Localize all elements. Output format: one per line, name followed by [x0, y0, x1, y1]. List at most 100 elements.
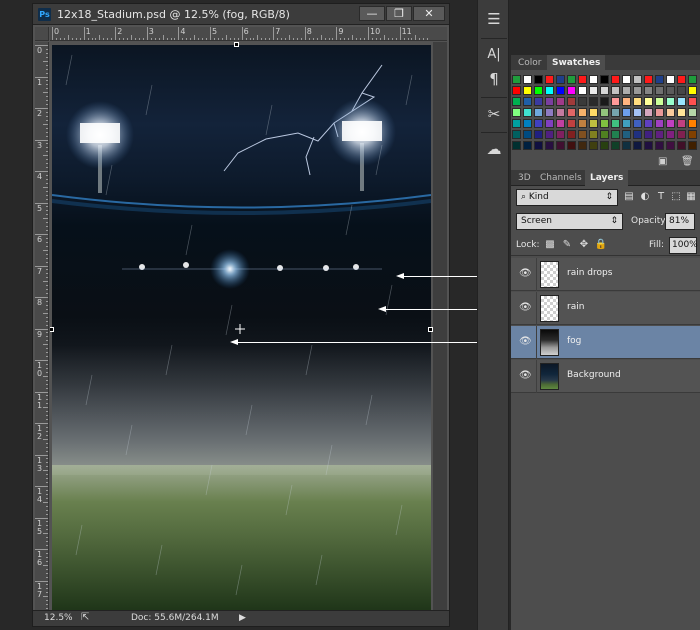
- lock-all-icon[interactable]: 🔒: [594, 238, 608, 252]
- lock-transparency-icon[interactable]: ▩: [543, 238, 557, 252]
- swatch[interactable]: [589, 86, 598, 95]
- swatch[interactable]: [523, 108, 532, 117]
- swatch[interactable]: [622, 75, 631, 84]
- tab-swatches[interactable]: Swatches: [547, 55, 606, 71]
- tab-layers[interactable]: Layers: [585, 170, 629, 186]
- swatch[interactable]: [578, 119, 587, 128]
- swatch[interactable]: [534, 97, 543, 106]
- eye-icon[interactable]: 👁: [519, 268, 532, 280]
- paragraph-panel-icon[interactable]: ¶: [483, 68, 505, 90]
- swatch[interactable]: [545, 75, 554, 84]
- swatch[interactable]: [589, 119, 598, 128]
- swatch[interactable]: [644, 141, 653, 150]
- swatch[interactable]: [534, 141, 543, 150]
- swatch[interactable]: [688, 86, 697, 95]
- swatch[interactable]: [644, 119, 653, 128]
- swatch[interactable]: [589, 108, 598, 117]
- swatch[interactable]: [534, 119, 543, 128]
- swatch[interactable]: [567, 97, 576, 106]
- swatch[interactable]: [578, 86, 587, 95]
- swatch[interactable]: [545, 86, 554, 95]
- swatch[interactable]: [578, 141, 587, 150]
- swatch[interactable]: [567, 75, 576, 84]
- swatch[interactable]: [512, 141, 521, 150]
- swatch[interactable]: [677, 130, 686, 139]
- swatch[interactable]: [534, 86, 543, 95]
- eye-icon[interactable]: 👁: [519, 302, 532, 314]
- canvas-area[interactable]: [50, 42, 447, 612]
- swatch[interactable]: [523, 119, 532, 128]
- lock-paint-icon[interactable]: ✎: [560, 238, 574, 252]
- swatch[interactable]: [666, 119, 675, 128]
- swatch[interactable]: [611, 97, 620, 106]
- eye-icon[interactable]: 👁: [519, 370, 532, 382]
- swatch[interactable]: [567, 119, 576, 128]
- swatch[interactable]: [677, 97, 686, 106]
- swatch[interactable]: [688, 130, 697, 139]
- swatch[interactable]: [644, 86, 653, 95]
- swatch[interactable]: [666, 108, 675, 117]
- swatch[interactable]: [556, 97, 565, 106]
- swatch[interactable]: [611, 108, 620, 117]
- swatch[interactable]: [611, 141, 620, 150]
- swatch[interactable]: [633, 108, 642, 117]
- swatch[interactable]: [534, 130, 543, 139]
- swatch[interactable]: [512, 97, 521, 106]
- swatch[interactable]: [611, 130, 620, 139]
- swatch[interactable]: [633, 119, 642, 128]
- swatch[interactable]: [578, 97, 587, 106]
- swatch[interactable]: [600, 97, 609, 106]
- swatch[interactable]: [534, 75, 543, 84]
- swatch[interactable]: [556, 108, 565, 117]
- layer-row-fog[interactable]: 👁 fog: [511, 326, 700, 359]
- transform-handle-left[interactable]: [50, 327, 54, 332]
- swatch[interactable]: [600, 108, 609, 117]
- swatch[interactable]: [633, 141, 642, 150]
- swatch[interactable]: [512, 108, 521, 117]
- swatch[interactable]: [677, 75, 686, 84]
- swatch[interactable]: [600, 86, 609, 95]
- swatch[interactable]: [655, 119, 664, 128]
- shape-filter-icon[interactable]: ⬚: [669, 190, 683, 204]
- share-icon[interactable]: ⇱: [81, 612, 89, 623]
- libraries-icon[interactable]: ☁: [483, 138, 505, 160]
- swatch[interactable]: [688, 119, 697, 128]
- swatch[interactable]: [611, 86, 620, 95]
- swatch[interactable]: [688, 141, 697, 150]
- lock-position-icon[interactable]: ✥: [577, 238, 591, 252]
- swatch[interactable]: [567, 141, 576, 150]
- swatch[interactable]: [523, 130, 532, 139]
- vertical-ruler[interactable]: 0 1 2 3 4 5 6 7 8 9 1 0 1 1 1 2 1 3 1 4 1 5 1 6 1 7: [35, 42, 49, 612]
- adjustment-filter-icon[interactable]: ◐: [638, 190, 652, 204]
- fill-input[interactable]: 100%: [669, 237, 698, 254]
- swatch[interactable]: [622, 108, 631, 117]
- swatch[interactable]: [578, 130, 587, 139]
- swatch[interactable]: [622, 130, 631, 139]
- swatch[interactable]: [523, 75, 532, 84]
- swatch[interactable]: [512, 119, 521, 128]
- swatch[interactable]: [600, 130, 609, 139]
- swatch[interactable]: [578, 108, 587, 117]
- swatch[interactable]: [633, 86, 642, 95]
- vertical-scrollbar[interactable]: [433, 42, 447, 612]
- swatch[interactable]: [666, 97, 675, 106]
- tool-presets-icon[interactable]: ✂: [483, 103, 505, 125]
- swatch[interactable]: [545, 130, 554, 139]
- swatch[interactable]: [677, 86, 686, 95]
- swatch[interactable]: [556, 75, 565, 84]
- swatch[interactable]: [655, 108, 664, 117]
- swatch[interactable]: [589, 75, 598, 84]
- document-title-bar[interactable]: Ps 12x18_Stadium.psd @ 12.5% (fog, RGB/8…: [33, 4, 449, 25]
- status-menu-arrow[interactable]: ▶: [239, 613, 246, 623]
- maximize-button[interactable]: ❐: [386, 6, 412, 21]
- swatch[interactable]: [688, 75, 697, 84]
- filter-kind-select[interactable]: ⌕ Kind ⇕: [516, 189, 618, 206]
- swatch[interactable]: [622, 86, 631, 95]
- tab-color[interactable]: Color: [513, 55, 547, 71]
- layer-row-rain[interactable]: 👁 rain: [511, 292, 700, 325]
- swatch[interactable]: [655, 141, 664, 150]
- trash-icon[interactable]: 🗑: [681, 156, 694, 167]
- image-filter-icon[interactable]: ▤: [622, 190, 636, 204]
- swatch[interactable]: [611, 75, 620, 84]
- swatch[interactable]: [545, 119, 554, 128]
